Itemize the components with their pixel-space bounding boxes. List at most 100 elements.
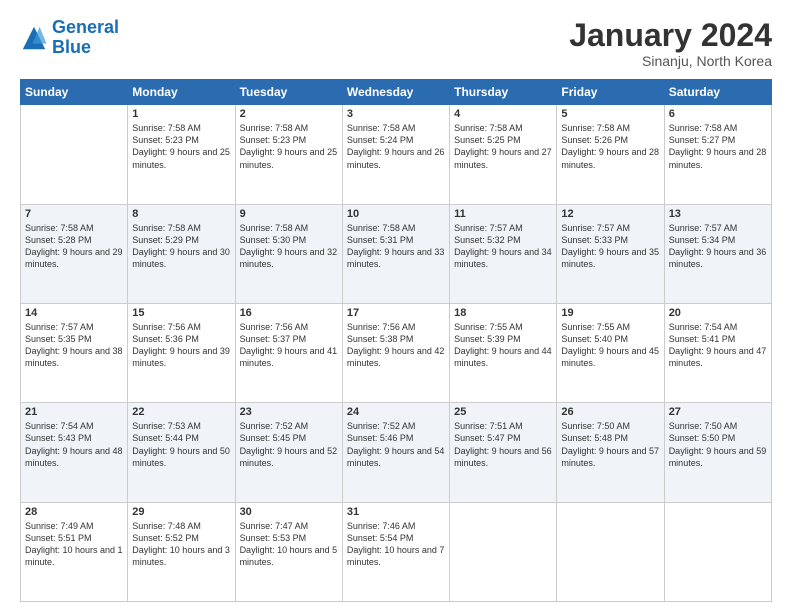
calendar-cell: 18Sunrise: 7:55 AMSunset: 5:39 PMDayligh… <box>450 303 557 402</box>
day-number: 12 <box>561 208 659 220</box>
logo-icon <box>20 24 48 52</box>
calendar-week-4: 21 Sunrise: 7:54 AMSunset: 5:43 PMDayligh… <box>21 403 772 502</box>
cell-text: Sunrise: 7:56 AMSunset: 5:38 PMDaylight:… <box>347 321 445 370</box>
day-number: 1 <box>132 108 230 120</box>
day-number: 13 <box>669 208 767 220</box>
calendar-cell: 9 Sunrise: 7:58 AMSunset: 5:30 PMDaylight… <box>235 204 342 303</box>
cell-text: Sunrise: 7:46 AMSunset: 5:54 PMDaylight:… <box>347 520 445 569</box>
calendar-cell: 24Sunrise: 7:52 AMSunset: 5:46 PMDayligh… <box>342 403 449 502</box>
day-number: 16 <box>240 307 338 319</box>
page: General Blue January 2024 Sinanju, North… <box>0 0 792 612</box>
header: General Blue January 2024 Sinanju, North… <box>20 18 772 69</box>
cell-text: Sunrise: 7:57 AMSunset: 5:33 PMDaylight:… <box>561 222 659 271</box>
title-section: January 2024 Sinanju, North Korea <box>569 18 772 69</box>
calendar-week-3: 14 Sunrise: 7:57 AMSunset: 5:35 PMDayligh… <box>21 303 772 402</box>
day-header-tuesday: Tuesday <box>235 80 342 105</box>
day-number: 23 <box>240 406 338 418</box>
cell-text: Sunrise: 7:56 AMSunset: 5:36 PMDaylight:… <box>132 321 230 370</box>
location: Sinanju, North Korea <box>569 53 772 69</box>
calendar-cell: 6 Sunrise: 7:58 AMSunset: 5:27 PMDaylight… <box>664 105 771 204</box>
day-number: 3 <box>347 108 445 120</box>
day-number: 5 <box>561 108 659 120</box>
calendar-cell: 15 Sunrise: 7:56 AMSunset: 5:36 PMDayligh… <box>128 303 235 402</box>
calendar-cell: 1 Sunrise: 7:58 AMSunset: 5:23 PMDaylight… <box>128 105 235 204</box>
cell-text: Sunrise: 7:58 AMSunset: 5:31 PMDaylight:… <box>347 222 445 271</box>
logo-general: General <box>52 17 119 37</box>
calendar-week-2: 7 Sunrise: 7:58 AMSunset: 5:28 PMDaylight… <box>21 204 772 303</box>
cell-text: Sunrise: 7:58 AMSunset: 5:25 PMDaylight:… <box>454 122 552 171</box>
calendar-cell: 4 Sunrise: 7:58 AMSunset: 5:25 PMDaylight… <box>450 105 557 204</box>
day-number: 29 <box>132 506 230 518</box>
day-number: 19 <box>561 307 659 319</box>
day-header-friday: Friday <box>557 80 664 105</box>
cell-text: Sunrise: 7:50 AMSunset: 5:50 PMDaylight:… <box>669 420 767 469</box>
cell-text: Sunrise: 7:51 AMSunset: 5:47 PMDaylight:… <box>454 420 552 469</box>
calendar-cell: 10 Sunrise: 7:58 AMSunset: 5:31 PMDayligh… <box>342 204 449 303</box>
day-number: 7 <box>25 208 123 220</box>
day-number: 8 <box>132 208 230 220</box>
day-number: 28 <box>25 506 123 518</box>
cell-text: Sunrise: 7:58 AMSunset: 5:23 PMDaylight:… <box>132 122 230 171</box>
cell-text: Sunrise: 7:52 AMSunset: 5:45 PMDaylight:… <box>240 420 338 469</box>
cell-text: Sunrise: 7:58 AMSunset: 5:29 PMDaylight:… <box>132 222 230 271</box>
calendar-cell: 2Sunrise: 7:58 AMSunset: 5:23 PMDaylight… <box>235 105 342 204</box>
day-number: 27 <box>669 406 767 418</box>
day-header-monday: Monday <box>128 80 235 105</box>
cell-text: Sunrise: 7:57 AMSunset: 5:34 PMDaylight:… <box>669 222 767 271</box>
day-number: 14 <box>25 307 123 319</box>
calendar-cell <box>450 502 557 601</box>
day-number: 20 <box>669 307 767 319</box>
month-title: January 2024 <box>569 18 772 53</box>
calendar-table: SundayMondayTuesdayWednesdayThursdayFrid… <box>20 79 772 602</box>
cell-text: Sunrise: 7:56 AMSunset: 5:37 PMDaylight:… <box>240 321 338 370</box>
calendar-cell: 21 Sunrise: 7:54 AMSunset: 5:43 PMDayligh… <box>21 403 128 502</box>
calendar-cell: 5Sunrise: 7:58 AMSunset: 5:26 PMDaylight… <box>557 105 664 204</box>
calendar-cell: 26 Sunrise: 7:50 AMSunset: 5:48 PMDayligh… <box>557 403 664 502</box>
calendar-cell <box>664 502 771 601</box>
calendar-cell: 28Sunrise: 7:49 AMSunset: 5:51 PMDayligh… <box>21 502 128 601</box>
calendar-cell: 22 Sunrise: 7:53 AMSunset: 5:44 PMDayligh… <box>128 403 235 502</box>
cell-text: Sunrise: 7:55 AMSunset: 5:40 PMDaylight:… <box>561 321 659 370</box>
calendar-cell: 12 Sunrise: 7:57 AMSunset: 5:33 PMDayligh… <box>557 204 664 303</box>
cell-text: Sunrise: 7:58 AMSunset: 5:24 PMDaylight:… <box>347 122 445 171</box>
logo-text: General Blue <box>52 18 119 58</box>
day-number: 9 <box>240 208 338 220</box>
calendar-header-row: SundayMondayTuesdayWednesdayThursdayFrid… <box>21 80 772 105</box>
calendar-cell: 23 Sunrise: 7:52 AMSunset: 5:45 PMDayligh… <box>235 403 342 502</box>
calendar-cell: 19 Sunrise: 7:55 AMSunset: 5:40 PMDayligh… <box>557 303 664 402</box>
day-number: 6 <box>669 108 767 120</box>
day-header-saturday: Saturday <box>664 80 771 105</box>
day-number: 30 <box>240 506 338 518</box>
day-number: 21 <box>25 406 123 418</box>
cell-text: Sunrise: 7:58 AMSunset: 5:27 PMDaylight:… <box>669 122 767 171</box>
cell-text: Sunrise: 7:52 AMSunset: 5:46 PMDaylight:… <box>347 420 445 469</box>
cell-text: Sunrise: 7:48 AMSunset: 5:52 PMDaylight:… <box>132 520 230 569</box>
day-number: 22 <box>132 406 230 418</box>
cell-text: Sunrise: 7:50 AMSunset: 5:48 PMDaylight:… <box>561 420 659 469</box>
cell-text: Sunrise: 7:58 AMSunset: 5:28 PMDaylight:… <box>25 222 123 271</box>
day-number: 25 <box>454 406 552 418</box>
calendar-cell <box>21 105 128 204</box>
calendar-cell: 27 Sunrise: 7:50 AMSunset: 5:50 PMDayligh… <box>664 403 771 502</box>
calendar-cell: 14 Sunrise: 7:57 AMSunset: 5:35 PMDayligh… <box>21 303 128 402</box>
day-number: 11 <box>454 208 552 220</box>
cell-text: Sunrise: 7:57 AMSunset: 5:35 PMDaylight:… <box>25 321 123 370</box>
calendar-week-5: 28Sunrise: 7:49 AMSunset: 5:51 PMDayligh… <box>21 502 772 601</box>
day-number: 15 <box>132 307 230 319</box>
cell-text: Sunrise: 7:53 AMSunset: 5:44 PMDaylight:… <box>132 420 230 469</box>
day-number: 26 <box>561 406 659 418</box>
cell-text: Sunrise: 7:54 AMSunset: 5:43 PMDaylight:… <box>25 420 123 469</box>
cell-text: Sunrise: 7:47 AMSunset: 5:53 PMDaylight:… <box>240 520 338 569</box>
day-number: 10 <box>347 208 445 220</box>
calendar-cell: 20 Sunrise: 7:54 AMSunset: 5:41 PMDayligh… <box>664 303 771 402</box>
calendar-cell: 29 Sunrise: 7:48 AMSunset: 5:52 PMDayligh… <box>128 502 235 601</box>
day-number: 4 <box>454 108 552 120</box>
calendar-cell: 7 Sunrise: 7:58 AMSunset: 5:28 PMDaylight… <box>21 204 128 303</box>
calendar-cell: 3 Sunrise: 7:58 AMSunset: 5:24 PMDaylight… <box>342 105 449 204</box>
cell-text: Sunrise: 7:55 AMSunset: 5:39 PMDaylight:… <box>454 321 552 370</box>
cell-text: Sunrise: 7:54 AMSunset: 5:41 PMDaylight:… <box>669 321 767 370</box>
day-header-wednesday: Wednesday <box>342 80 449 105</box>
cell-text: Sunrise: 7:58 AMSunset: 5:23 PMDaylight:… <box>240 122 338 171</box>
day-number: 31 <box>347 506 445 518</box>
cell-text: Sunrise: 7:58 AMSunset: 5:30 PMDaylight:… <box>240 222 338 271</box>
